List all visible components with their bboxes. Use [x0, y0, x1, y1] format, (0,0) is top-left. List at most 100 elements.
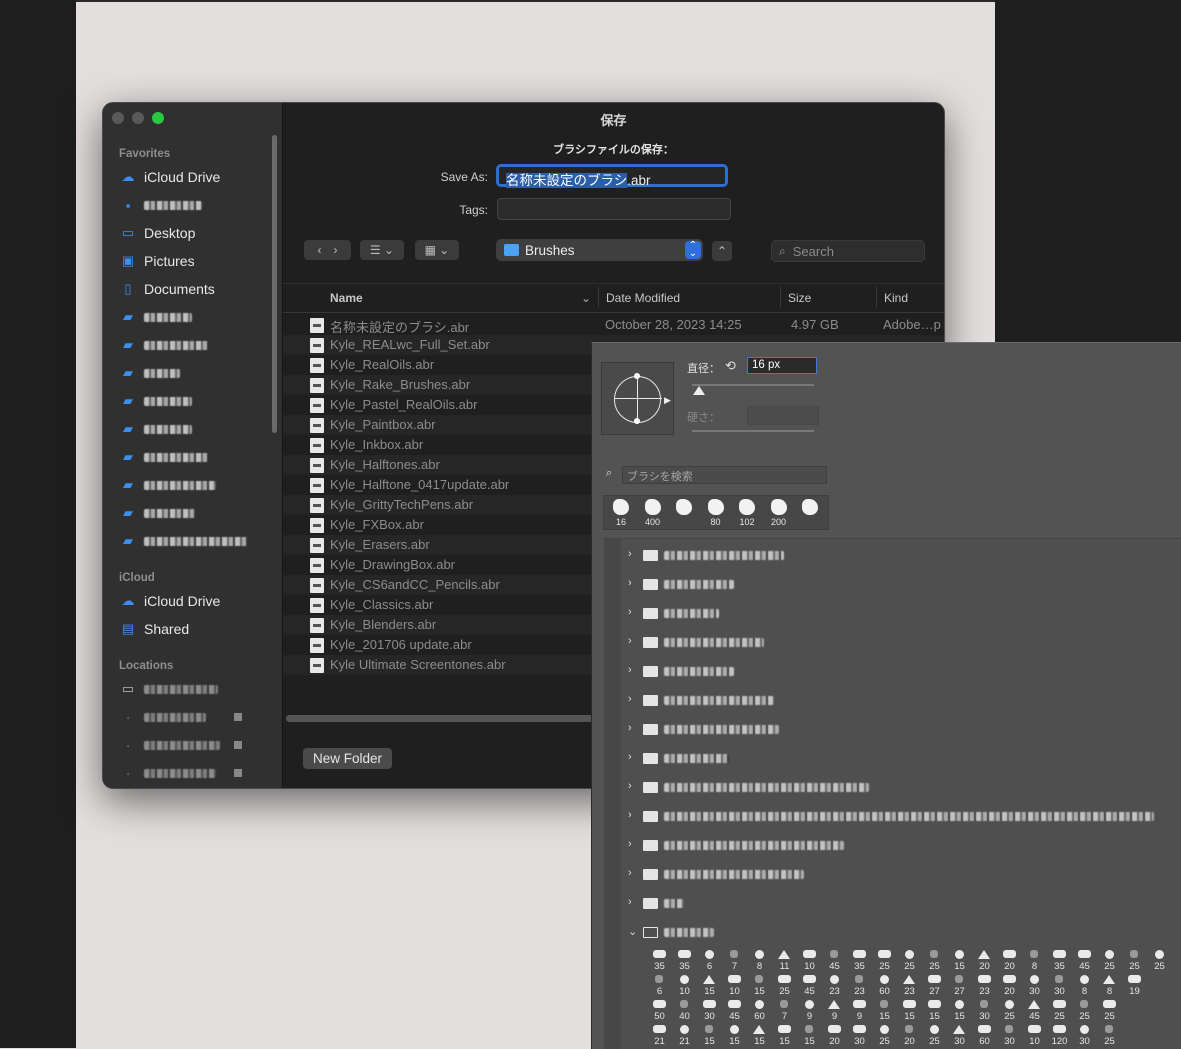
brush-thumbnail[interactable]: 60: [872, 973, 897, 998]
sidebar-scrollbar[interactable]: [272, 135, 277, 433]
brush-thumbnail[interactable]: 30: [1072, 1023, 1097, 1048]
brush-thumbnail[interactable]: 25: [1072, 998, 1097, 1023]
location-popup[interactable]: Brushes ⌃ ⌄: [496, 239, 703, 261]
brush-thumbnail[interactable]: 15: [747, 973, 772, 998]
brush-thumbnail[interactable]: 23: [847, 973, 872, 998]
brush-thumbnail[interactable]: 15: [697, 973, 722, 998]
eject-icon[interactable]: [234, 769, 242, 777]
brush-thumbnail[interactable]: 10: [672, 973, 697, 998]
back-icon[interactable]: ‹: [318, 243, 322, 257]
brush-thumbnail[interactable]: 25: [897, 948, 922, 973]
chevron-right-icon[interactable]: ›: [628, 896, 632, 908]
brush-group[interactable]: ⌄: [624, 918, 1181, 946]
brush-thumbnail[interactable]: 30: [1047, 973, 1072, 998]
search-field[interactable]: ⌕ Search: [771, 240, 925, 262]
brush-thumbnail[interactable]: 30: [847, 1023, 872, 1048]
brush-thumbnail[interactable]: 8: [1022, 948, 1047, 973]
brush-thumbnail[interactable]: 6: [697, 948, 722, 973]
brush-thumbnail[interactable]: 10: [797, 948, 822, 973]
chevron-right-icon[interactable]: ›: [628, 838, 632, 850]
sidebar-item-redacted[interactable]: ▰: [119, 306, 192, 328]
brush-thumbnail[interactable]: 15: [747, 1023, 772, 1048]
recent-brush[interactable]: 16: [606, 496, 636, 529]
tags-field[interactable]: [497, 198, 731, 220]
brush-thumbnail[interactable]: 15: [897, 998, 922, 1023]
chevron-right-icon[interactable]: ›: [628, 606, 632, 618]
sidebar-item-icloud-drive[interactable]: ☁ iCloud Drive: [119, 166, 221, 188]
zoom-button[interactable]: [152, 112, 164, 124]
recent-brush[interactable]: [795, 496, 825, 529]
chevron-right-icon[interactable]: ›: [628, 548, 632, 560]
brush-thumbnail[interactable]: 27: [922, 973, 947, 998]
brush-group[interactable]: ›: [624, 686, 1181, 714]
recent-brush[interactable]: 400: [638, 496, 668, 529]
sidebar-item-shared[interactable]: ▤ Shared: [119, 618, 189, 640]
brush-thumbnail[interactable]: 60: [747, 998, 772, 1023]
brush-thumbnail[interactable]: 25: [772, 973, 797, 998]
brush-thumbnail[interactable]: 25: [872, 948, 897, 973]
back-forward-buttons[interactable]: ‹ ›: [304, 240, 351, 260]
sidebar-item-pictures[interactable]: ▣ Pictures: [119, 250, 195, 272]
brush-thumbnail[interactable]: 20: [997, 948, 1022, 973]
size-slider[interactable]: [692, 384, 814, 386]
sidebar-item-desktop[interactable]: ▭ Desktop: [119, 222, 196, 244]
eject-icon[interactable]: [234, 741, 242, 749]
chevron-right-icon[interactable]: ›: [628, 751, 632, 763]
brush-group[interactable]: ›: [624, 570, 1181, 598]
sidebar-item-redacted[interactable]: ▰: [119, 474, 216, 496]
chevron-right-icon[interactable]: ›: [628, 722, 632, 734]
sidebar-item-icloud-drive-2[interactable]: ☁ iCloud Drive: [119, 590, 221, 612]
brush-search-input[interactable]: ブラシを検索: [622, 466, 827, 484]
brush-thumbnail[interactable]: 8: [1072, 973, 1097, 998]
chevron-right-icon[interactable]: ›: [628, 867, 632, 879]
brush-thumbnail[interactable]: 15: [797, 1023, 822, 1048]
brush-group[interactable]: ›: [624, 657, 1181, 685]
brush-thumbnail[interactable]: 8: [1097, 973, 1122, 998]
brush-thumbnail[interactable]: 15: [772, 1023, 797, 1048]
brush-thumbnail[interactable]: 25: [922, 948, 947, 973]
brush-group[interactable]: ›: [624, 773, 1181, 801]
brush-group[interactable]: ›: [624, 628, 1181, 656]
eject-icon[interactable]: [234, 713, 242, 721]
sidebar-item-redacted[interactable]: ▰: [119, 530, 248, 552]
brush-thumbnail[interactable]: 40: [672, 998, 697, 1023]
brush-thumbnail[interactable]: 120: [1047, 1023, 1072, 1048]
sidebar-item-redacted[interactable]: ▰: [119, 334, 208, 356]
save-as-field[interactable]: 名称未設定のブラシ.abr: [496, 164, 728, 188]
brush-thumbnail[interactable]: 15: [947, 998, 972, 1023]
brush-thumbnail[interactable]: 10: [722, 973, 747, 998]
brush-thumbnail[interactable]: 20: [822, 1023, 847, 1048]
brush-thumbnail[interactable]: 21: [647, 1023, 672, 1048]
hardness-input[interactable]: [747, 406, 819, 425]
brush-thumbnail[interactable]: 27: [947, 973, 972, 998]
size-input[interactable]: 16 px: [747, 357, 817, 374]
sidebar-item-redacted[interactable]: ▰: [119, 418, 192, 440]
brush-thumbnail[interactable]: 15: [922, 998, 947, 1023]
brush-thumbnail[interactable]: 35: [672, 948, 697, 973]
chevron-right-icon[interactable]: ›: [628, 780, 632, 792]
brush-thumbnail[interactable]: 23: [897, 973, 922, 998]
brush-thumbnail[interactable]: 35: [1047, 948, 1072, 973]
brush-group[interactable]: ›: [624, 802, 1181, 830]
minimize-button[interactable]: [132, 112, 144, 124]
brush-thumbnail[interactable]: 9: [822, 998, 847, 1023]
brush-thumbnail[interactable]: 30: [697, 998, 722, 1023]
sidebar-item-location[interactable]: ▭: [119, 678, 218, 700]
brush-thumbnail[interactable]: 30: [947, 1023, 972, 1048]
brush-thumbnail[interactable]: 6: [647, 973, 672, 998]
recent-brush[interactable]: [669, 496, 699, 529]
brush-thumbnail[interactable]: 25: [1097, 948, 1122, 973]
brush-thumbnail[interactable]: 45: [722, 998, 747, 1023]
brush-group[interactable]: ›: [624, 541, 1181, 569]
brush-thumbnail[interactable]: 23: [822, 973, 847, 998]
brush-thumbnail[interactable]: 25: [1097, 1023, 1122, 1048]
size-slider-thumb[interactable]: [693, 386, 705, 395]
column-size[interactable]: Size: [788, 291, 811, 305]
brush-tip-preview[interactable]: ▶: [601, 362, 674, 435]
brush-thumbnail[interactable]: 35: [647, 948, 672, 973]
recent-brush[interactable]: 102: [732, 496, 762, 529]
sidebar-item-redacted[interactable]: ▰: [119, 502, 196, 524]
brush-thumbnail[interactable]: 9: [847, 998, 872, 1023]
brush-thumbnail[interactable]: 25: [997, 998, 1022, 1023]
brush-thumbnail[interactable]: 7: [772, 998, 797, 1023]
